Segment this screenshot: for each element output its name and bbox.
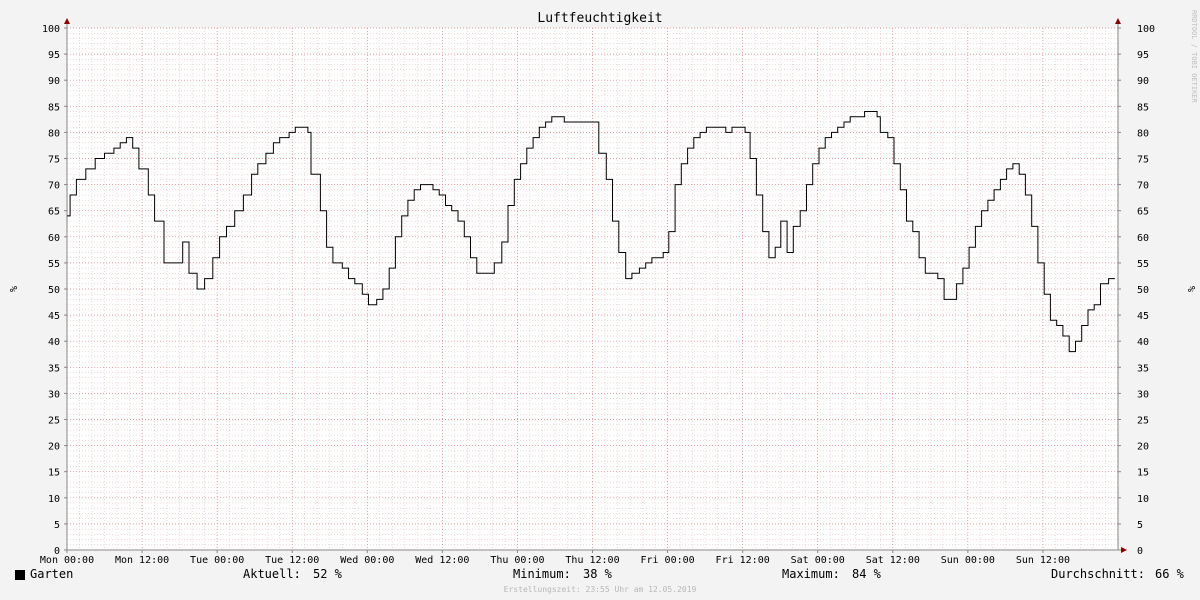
y-tick-label-right: 10 — [1137, 494, 1149, 505]
x-tick-label: Wed 12:00 — [415, 555, 469, 565]
y-tick-label-left: 20 — [48, 442, 60, 453]
y-tick-label-right: 5 — [1137, 520, 1143, 531]
y-tick-label-left: 85 — [48, 102, 60, 113]
x-axis-arrow — [1121, 547, 1127, 553]
y-tick-label-right: 20 — [1137, 442, 1149, 453]
legend-avg-value: 66 % — [1155, 567, 1184, 581]
y-tick-label-right: 75 — [1137, 155, 1149, 166]
y-tick-label-left: 30 — [48, 389, 60, 400]
x-tick-label: Sun 00:00 — [941, 555, 995, 565]
x-tick-label: Thu 00:00 — [490, 555, 544, 565]
y-tick-label-right: 40 — [1137, 337, 1149, 348]
y-tick-label-right: 60 — [1137, 233, 1149, 244]
y-tick-label-right: 80 — [1137, 128, 1149, 139]
y-tick-label-right: 25 — [1137, 416, 1149, 427]
x-tick-labels: Mon 00:00 Mon 12:00 Tue 00:00 Tue 12:00 Wed … — [40, 555, 1070, 565]
y-tick-label-left: 35 — [48, 363, 60, 374]
y-tick-label-left: 25 — [48, 416, 60, 427]
y-tick-label-right: 45 — [1137, 311, 1149, 322]
y-tick-labels-left: 0510152025303540455055606570758085909510… — [42, 24, 60, 557]
y-tick-label-left: 50 — [48, 285, 60, 296]
y-tick-label-right: 70 — [1137, 181, 1149, 192]
y-tick-label-right: 95 — [1137, 50, 1149, 61]
legend-series-label: Garten — [30, 567, 74, 581]
y-tick-label-left: 10 — [48, 494, 60, 505]
y-tick-label-left: 80 — [48, 128, 60, 139]
y-tick-label-right: 15 — [1137, 468, 1149, 479]
x-tick-label: Sat 00:00 — [791, 555, 845, 565]
y-tick-label-right: 30 — [1137, 389, 1149, 400]
legend-max-label: Maximum: — [782, 567, 840, 581]
legend-current-label: Aktuell: — [243, 567, 301, 581]
watermark: RRDTOOL / TOBI OETIKER — [1190, 10, 1198, 103]
y-tick-label-right: 65 — [1137, 207, 1149, 218]
x-tick-label: Mon 00:00 — [40, 555, 94, 565]
legend-min-value: 38 % — [583, 567, 612, 581]
y-tick-label-left: 40 — [48, 337, 60, 348]
x-tick-label: Sun 12:00 — [1016, 555, 1070, 565]
x-tick-label: Thu 12:00 — [565, 555, 619, 565]
y-axis-unit-left: % — [7, 286, 18, 292]
y-tick-label-right: 90 — [1137, 76, 1149, 87]
y-tick-label-left: 15 — [48, 468, 60, 479]
legend-current-value: 52 % — [313, 567, 342, 581]
y-tick-label-left: 5 — [54, 520, 60, 531]
chart-title: Luftfeuchtigkeit — [537, 11, 663, 26]
x-tick-label: Fri 12:00 — [716, 555, 770, 565]
y-tick-label-left: 65 — [48, 207, 60, 218]
x-tick-label: Wed 00:00 — [340, 555, 394, 565]
legend-min-label: Minimum: — [513, 567, 571, 581]
y-tick-label-right: 0 — [1137, 546, 1143, 557]
y-axis-unit-right: % — [1185, 286, 1196, 292]
chart-root: Luftfeuchtigkeit RRDTOOL / TOBI OETIKER … — [0, 0, 1200, 600]
y-tick-label-left: 45 — [48, 311, 60, 322]
x-tick-label: Mon 12:00 — [115, 555, 169, 565]
y-tick-label-left: 75 — [48, 155, 60, 166]
x-tick-label: Sat 12:00 — [866, 555, 920, 565]
x-tick-label: Fri 00:00 — [640, 555, 694, 565]
legend-swatch-garten — [15, 570, 25, 580]
x-tick-label: Tue 12:00 — [265, 555, 319, 565]
y-tick-labels-right: 0510152025303540455055606570758085909510… — [1137, 24, 1155, 557]
footer-timestamp: Erstellungszeit: 23:55 Uhr am 12.05.2019 — [503, 585, 697, 594]
x-tick-label: Tue 00:00 — [190, 555, 244, 565]
legend-max-value: 84 % — [852, 567, 881, 581]
y-tick-label-left: 70 — [48, 181, 60, 192]
y-tick-label-right: 35 — [1137, 363, 1149, 374]
y-tick-label-left: 60 — [48, 233, 60, 244]
y-tick-label-right: 50 — [1137, 285, 1149, 296]
y-tick-label-right: 55 — [1137, 259, 1149, 270]
y-tick-label-left: 90 — [48, 76, 60, 87]
y-tick-label-left: 55 — [48, 259, 60, 270]
y-tick-label-left: 95 — [48, 50, 60, 61]
y-tick-label-right: 85 — [1137, 102, 1149, 113]
legend-avg-label: Durchschnitt: — [1051, 567, 1145, 581]
chart-svg: 0 5 10 15 20 25 30 35 40 45 50 55 60 65 70 75 80 85 90 95 10… — [7, 18, 1196, 565]
legend: Garten Aktuell: 52 % Minimum: 38 % Maxim… — [0, 565, 1200, 585]
